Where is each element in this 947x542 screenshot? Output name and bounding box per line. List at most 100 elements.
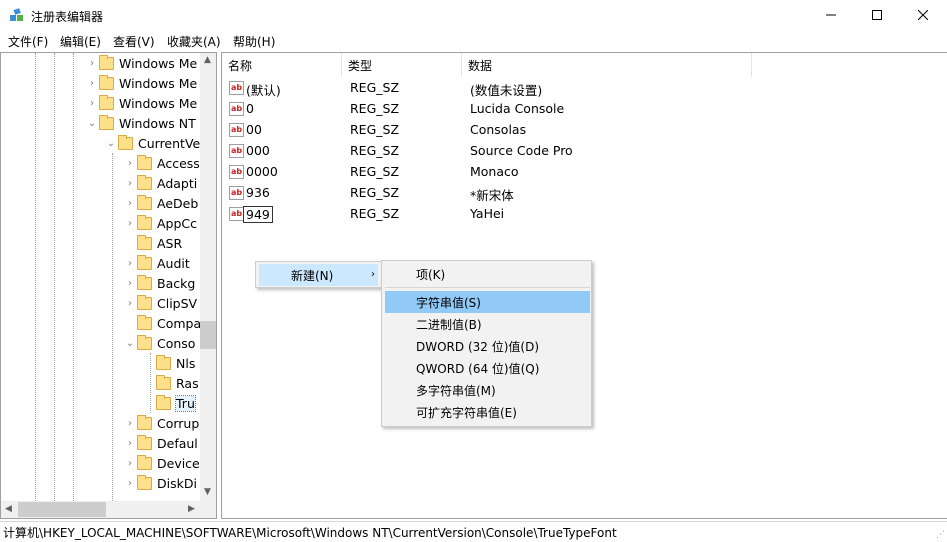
tree-node-label: Conso bbox=[157, 335, 196, 351]
value-name: (默认) bbox=[246, 83, 281, 98]
tree-node[interactable]: ⌄ Windows NT bbox=[85, 113, 196, 133]
chevron-right-icon[interactable]: › bbox=[123, 278, 137, 289]
scrollbar-thumb[interactable] bbox=[200, 321, 216, 349]
tree-node[interactable]: ASR bbox=[123, 233, 182, 253]
tree-node[interactable]: › AeDeb bbox=[123, 193, 198, 213]
tree-node[interactable]: › Corrup bbox=[123, 413, 199, 433]
chevron-right-icon[interactable]: › bbox=[123, 458, 137, 469]
string-value-icon: ab bbox=[229, 207, 244, 221]
tree-node-label: CurrentVe bbox=[138, 135, 201, 151]
chevron-right-icon[interactable]: › bbox=[85, 98, 99, 109]
scroll-right-icon[interactable]: ▶ bbox=[188, 504, 195, 514]
column-header-name[interactable]: 名称 bbox=[222, 53, 342, 77]
resize-grip-icon[interactable]: ⋰ bbox=[936, 530, 945, 540]
registry-tree[interactable]: › Windows Me › Windows Me › Windows Me ⌄ Window… bbox=[0, 52, 217, 519]
context-menu-new-label: 新建(N) bbox=[291, 269, 334, 283]
menu-help[interactable]: 帮助(H) bbox=[233, 33, 275, 50]
chevron-right-icon[interactable]: › bbox=[123, 418, 137, 429]
chevron-down-icon[interactable]: ⌄ bbox=[85, 118, 99, 129]
chevron-right-icon[interactable]: › bbox=[123, 438, 137, 449]
tree-node[interactable]: Tru bbox=[142, 393, 196, 413]
value-row[interactable]: ab 00 REG_SZ Consolas bbox=[222, 120, 947, 141]
value-row[interactable]: ab 936 REG_SZ *新宋体 bbox=[222, 183, 947, 204]
submenu-item[interactable]: DWORD (32 位)值(D) bbox=[385, 335, 590, 357]
folder-icon bbox=[137, 194, 152, 210]
string-value-icon: ab bbox=[229, 102, 244, 116]
column-header-type[interactable]: 类型 bbox=[342, 53, 462, 77]
menu-file[interactable]: 文件(F) bbox=[8, 33, 48, 50]
context-menu-new[interactable]: 新建(N) › bbox=[259, 264, 378, 286]
close-button[interactable] bbox=[900, 0, 946, 30]
tree-node[interactable]: ⌄ CurrentVe bbox=[104, 133, 200, 153]
tree-node[interactable]: Nls bbox=[142, 353, 195, 373]
maximize-button[interactable] bbox=[854, 0, 900, 30]
tree-node[interactable]: › Windows Me bbox=[85, 73, 197, 93]
submenu-item[interactable]: 字符串值(S) bbox=[385, 291, 590, 313]
value-name-edit-field[interactable]: 949 bbox=[243, 206, 273, 223]
string-value-icon: ab bbox=[229, 186, 244, 200]
folder-icon bbox=[137, 474, 152, 490]
tree-node-label: Backg bbox=[157, 275, 196, 291]
submenu-item[interactable]: QWORD (64 位)值(Q) bbox=[385, 357, 590, 379]
submenu-item[interactable]: 二进制值(B) bbox=[385, 313, 590, 335]
tree-node[interactable]: › Audit bbox=[123, 253, 190, 273]
tree-node[interactable]: › Device bbox=[123, 453, 200, 473]
value-row[interactable]: ab 0000 REG_SZ Monaco bbox=[222, 162, 947, 183]
tree-node[interactable]: › Backg bbox=[123, 273, 195, 293]
folder-icon bbox=[137, 454, 152, 470]
menu-bar: 文件(F) 编辑(E) 查看(V) 收藏夹(A) 帮助(H) bbox=[0, 30, 947, 52]
tree-node[interactable]: ⌄ Conso bbox=[123, 333, 195, 353]
chevron-down-icon[interactable]: ⌄ bbox=[123, 338, 137, 349]
scrollbar-thumb[interactable] bbox=[18, 502, 106, 517]
value-type: REG_SZ bbox=[350, 80, 400, 95]
tree-node[interactable]: › DiskDi bbox=[123, 473, 197, 493]
scroll-down-icon[interactable]: ▼ bbox=[204, 487, 211, 497]
chevron-right-icon[interactable]: › bbox=[123, 218, 137, 229]
tree-horizontal-scrollbar[interactable]: ◀ ▶ bbox=[1, 501, 216, 518]
submenu-item[interactable]: 多字符串值(M) bbox=[385, 379, 590, 401]
tree-node[interactable]: › Access bbox=[123, 153, 200, 173]
tree-node-label: Windows Me bbox=[119, 95, 198, 111]
value-row[interactable]: ab 949 REG_SZ YaHei bbox=[222, 204, 947, 225]
column-header-data[interactable]: 数据 bbox=[462, 53, 752, 77]
menu-edit[interactable]: 编辑(E) bbox=[60, 33, 101, 50]
tree-node-label: ASR bbox=[157, 235, 183, 251]
minimize-button[interactable] bbox=[808, 0, 854, 30]
tree-vertical-scrollbar[interactable]: ▲ ▼ bbox=[200, 53, 216, 501]
menu-view[interactable]: 查看(V) bbox=[113, 33, 155, 50]
tree-guide-line bbox=[73, 53, 74, 501]
chevron-right-icon[interactable]: › bbox=[123, 258, 137, 269]
folder-icon bbox=[137, 174, 152, 190]
menu-favorites[interactable]: 收藏夹(A) bbox=[167, 33, 221, 50]
string-value-icon: ab bbox=[229, 81, 244, 95]
chevron-right-icon[interactable]: › bbox=[123, 298, 137, 309]
chevron-right-icon[interactable]: › bbox=[123, 198, 137, 209]
chevron-right-icon[interactable]: › bbox=[123, 478, 137, 489]
chevron-right-icon[interactable]: › bbox=[123, 158, 137, 169]
tree-node-label: Access bbox=[157, 155, 200, 171]
chevron-right-icon[interactable]: › bbox=[85, 58, 99, 69]
tree-node[interactable]: Ras bbox=[142, 373, 199, 393]
chevron-down-icon[interactable]: ⌄ bbox=[104, 138, 118, 149]
tree-node-label: DiskDi bbox=[157, 475, 197, 491]
value-type: REG_SZ bbox=[350, 164, 400, 179]
tree-node[interactable]: › Defaul bbox=[123, 433, 198, 453]
tree-node[interactable]: › ClipSV bbox=[123, 293, 197, 313]
tree-node-label: Tru bbox=[175, 394, 196, 412]
tree-node[interactable]: Compa bbox=[123, 313, 201, 333]
value-row[interactable]: ab 000 REG_SZ Source Code Pro bbox=[222, 141, 947, 162]
value-row[interactable]: ab (默认) REG_SZ (数值未设置) bbox=[222, 78, 947, 99]
tree-node[interactable]: › AppCc bbox=[123, 213, 197, 233]
scroll-up-icon[interactable]: ▲ bbox=[204, 55, 211, 65]
folder-icon bbox=[137, 334, 152, 350]
scroll-left-icon[interactable]: ◀ bbox=[5, 504, 12, 514]
tree-node[interactable]: › Windows Me bbox=[85, 93, 197, 113]
tree-node[interactable]: › Windows Me bbox=[85, 53, 197, 73]
tree-node[interactable]: › Adapti bbox=[123, 173, 197, 193]
submenu-item[interactable]: 项(K) bbox=[385, 263, 590, 285]
submenu-item[interactable]: 可扩充字符串值(E) bbox=[385, 401, 590, 423]
chevron-right-icon[interactable]: › bbox=[123, 178, 137, 189]
string-value-icon: ab bbox=[229, 144, 244, 158]
value-row[interactable]: ab 0 REG_SZ Lucida Console bbox=[222, 99, 947, 120]
chevron-right-icon[interactable]: › bbox=[85, 78, 99, 89]
